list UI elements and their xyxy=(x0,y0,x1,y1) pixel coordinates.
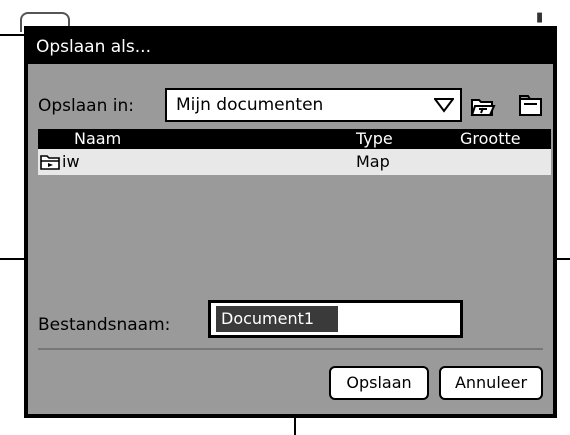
save-in-value: Mijn documenten xyxy=(176,95,324,115)
folder-open-icon[interactable] xyxy=(470,94,496,118)
save-as-dialog: Opslaan als... Opslaan in: Mijn document… xyxy=(24,26,557,418)
row-name: iw xyxy=(62,152,80,171)
file-list-header: Naam Type Grootte xyxy=(38,129,551,149)
background-divider xyxy=(0,258,24,260)
battery-icon: ▮ xyxy=(536,10,544,25)
column-header-type[interactable]: Type xyxy=(356,129,393,149)
filename-input[interactable]: Document1 xyxy=(208,300,463,338)
save-button[interactable]: Opslaan xyxy=(329,366,429,400)
column-header-name[interactable]: Naam xyxy=(74,129,121,149)
new-folder-icon[interactable] xyxy=(518,93,544,117)
save-in-dropdown[interactable]: Mijn documenten xyxy=(165,88,462,122)
file-list-row[interactable]: iw Map xyxy=(38,149,551,175)
button-separator xyxy=(38,348,543,350)
column-header-size[interactable]: Grootte xyxy=(460,129,521,149)
row-type: Map xyxy=(356,152,390,171)
background-divider xyxy=(557,258,570,260)
filename-value: Document1 xyxy=(213,306,338,332)
save-in-label: Opslaan in: xyxy=(38,96,134,116)
background-divider xyxy=(0,34,24,36)
cancel-button[interactable]: Annuleer xyxy=(439,366,543,400)
folder-icon xyxy=(40,155,60,170)
dialog-body: Opslaan in: Mijn documenten Naam Type Gr… xyxy=(28,64,553,414)
filename-label: Bestandsnaam: xyxy=(38,315,171,335)
chevron-down-icon xyxy=(434,98,454,113)
background-divider xyxy=(294,418,296,435)
dialog-title: Opslaan als... xyxy=(28,30,553,64)
text-caret xyxy=(213,306,216,332)
file-list: Naam Type Grootte iw Map xyxy=(38,129,551,309)
